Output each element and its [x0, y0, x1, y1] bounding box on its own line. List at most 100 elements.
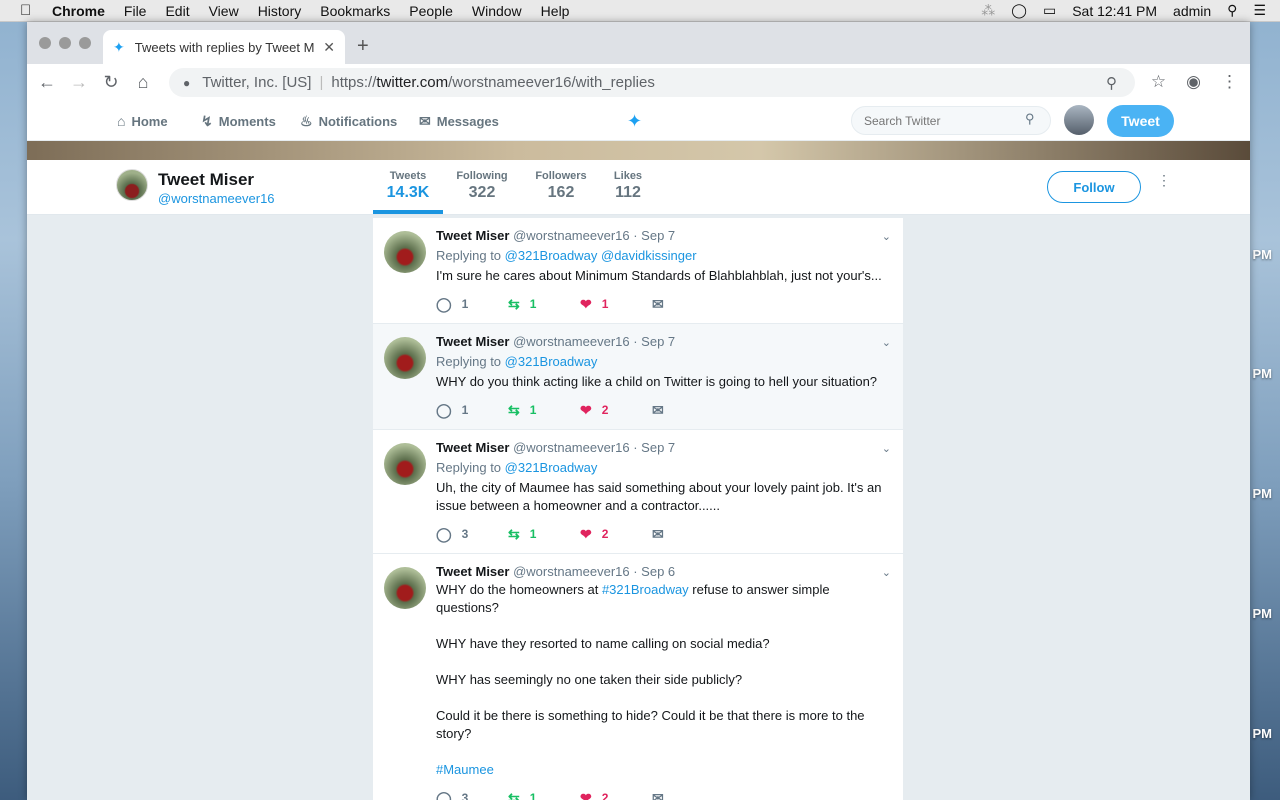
address-bar[interactable]: ● Twitter, Inc. [US] | https://twitter.c… — [169, 68, 1135, 97]
reply-mention[interactable]: @321Broadway — [505, 354, 598, 369]
like-button[interactable]: ❤ 2 — [580, 526, 652, 543]
close-tab-icon[interactable]: ✕ — [323, 39, 335, 56]
direct-message-button[interactable]: ✉ — [652, 526, 682, 543]
stat-followers[interactable]: Followers 162 — [529, 170, 593, 202]
tweet-avatar[interactable] — [384, 337, 426, 379]
menu-bookmarks[interactable]: Bookmarks — [320, 3, 390, 19]
tweet-author-name[interactable]: Tweet Miser — [436, 334, 509, 349]
tweet-date[interactable]: · Sep 7 — [633, 440, 675, 455]
reply-icon: ◯ — [436, 525, 452, 542]
menu-people[interactable]: People — [409, 3, 453, 19]
direct-message-button[interactable]: ✉ — [652, 402, 682, 419]
profile-name[interactable]: Tweet Miser — [158, 170, 254, 190]
menu-help[interactable]: Help — [541, 3, 570, 19]
profile-handle[interactable]: @worstnameever16 — [158, 191, 275, 206]
lock-icon[interactable]: ● — [183, 76, 190, 90]
retweet-button[interactable]: ⇆ 1 — [508, 402, 580, 419]
compose-tweet-button[interactable]: Tweet — [1107, 105, 1174, 137]
chevron-down-icon[interactable]: ⌄ — [882, 336, 891, 349]
notification-center-icon[interactable]: ☰ — [1253, 2, 1266, 19]
account-avatar[interactable] — [1064, 105, 1094, 135]
tweet-item[interactable]: Tweet Miser @worstnameever16 · Sep 7 ⌄ R… — [373, 218, 903, 324]
retweet-button[interactable]: ⇆ 1 — [508, 526, 580, 543]
reply-mention[interactable]: @davidkissinger — [601, 248, 697, 263]
back-arrow-icon[interactable]: ← — [31, 72, 63, 93]
nav-notifications[interactable]: ♨ Notifications — [300, 113, 397, 130]
twitter-logo-icon[interactable]: ✦ — [627, 111, 642, 132]
battery-icon[interactable]: ▭ — [1043, 2, 1056, 19]
browser-tab[interactable]: ✦ Tweets with replies by Tweet M ✕ — [103, 30, 345, 64]
menubar-clock[interactable]: Sat 12:41 PM — [1072, 3, 1157, 19]
menu-file[interactable]: File — [124, 3, 147, 19]
nav-messages[interactable]: ✉ Messages — [419, 113, 499, 130]
hashtag-link[interactable]: #321Broadway — [602, 582, 689, 597]
spotlight-search-icon[interactable]: ⚲ — [1227, 2, 1237, 19]
stat-tweets[interactable]: Tweets 14.3K — [373, 170, 443, 202]
menu-kebab-icon[interactable]: ⋮ — [1221, 72, 1238, 92]
tweet-author-name[interactable]: Tweet Miser — [436, 440, 509, 455]
tweet-item[interactable]: Tweet Miser @worstnameever16 · Sep 7 ⌄ R… — [373, 430, 903, 554]
more-options-icon[interactable]: ⋮ — [1157, 173, 1171, 187]
direct-message-button[interactable]: ✉ — [652, 296, 682, 313]
like-button[interactable]: ❤ 2 — [580, 402, 652, 419]
tweet-author-handle[interactable]: @worstnameever16 — [513, 440, 630, 455]
tweet-author-name[interactable]: Tweet Miser — [436, 228, 509, 243]
tweet-avatar[interactable] — [384, 567, 426, 609]
menu-edit[interactable]: Edit — [165, 3, 189, 19]
retweet-button[interactable]: ⇆ 1 — [508, 296, 580, 313]
menu-view[interactable]: View — [209, 3, 239, 19]
stat-label: Likes — [613, 170, 643, 182]
tweet-date[interactable]: · Sep 7 — [633, 334, 675, 349]
hashtag-link[interactable]: #Maumee — [436, 762, 494, 777]
profile-avatar[interactable] — [116, 169, 148, 201]
window-close-button[interactable] — [39, 37, 51, 49]
zoom-icon[interactable]: ⚲ — [1106, 74, 1117, 92]
tweet-item[interactable]: Tweet Miser @worstnameever16 · Sep 7 ⌄ R… — [373, 324, 903, 430]
reply-button[interactable]: ◯ 3 — [436, 526, 508, 543]
apple-icon[interactable]:  — [20, 2, 36, 19]
new-tab-button[interactable]: + — [357, 36, 369, 56]
stat-likes[interactable]: Likes 112 — [607, 170, 649, 202]
chevron-down-icon[interactable]: ⌄ — [882, 442, 891, 455]
menu-history[interactable]: History — [258, 3, 302, 19]
window-minimize-button[interactable] — [59, 37, 71, 49]
tweet-date[interactable]: · Sep 7 — [633, 228, 675, 243]
nav-home[interactable]: ⌂ Home — [117, 113, 168, 129]
bluetooth-icon[interactable]: ⁂ — [981, 2, 995, 19]
nav-moments[interactable]: ↯ Moments — [201, 113, 276, 130]
home-icon[interactable]: ⌂ — [127, 72, 159, 93]
like-button[interactable]: ❤ 1 — [580, 296, 652, 313]
tweet-date[interactable]: · Sep 6 — [633, 564, 675, 579]
bookmark-star-icon[interactable]: ☆ — [1151, 72, 1166, 92]
stat-following[interactable]: Following 322 — [449, 170, 515, 202]
reload-icon[interactable]: ↻ — [95, 72, 127, 93]
tweet-author-handle[interactable]: @worstnameever16 — [513, 564, 630, 579]
tweet-author-handle[interactable]: @worstnameever16 — [513, 334, 630, 349]
like-button[interactable]: ❤ 2 — [580, 790, 652, 800]
wifi-icon[interactable]: ◯ — [1011, 2, 1027, 19]
tweet-author-name[interactable]: Tweet Miser — [436, 564, 509, 579]
tweet-item[interactable]: Tweet Miser @worstnameever16 · Sep 6 ⌄ W… — [373, 554, 903, 800]
search-icon[interactable]: ⚲ — [1025, 111, 1035, 127]
like-count: 1 — [601, 297, 609, 311]
reply-mention[interactable]: @321Broadway — [505, 248, 598, 263]
retweet-button[interactable]: ⇆ 1 — [508, 790, 580, 800]
reply-mention[interactable]: @321Broadway — [505, 460, 598, 475]
search-input[interactable] — [851, 106, 1051, 135]
reply-button[interactable]: ◯ 1 — [436, 402, 508, 419]
reply-button[interactable]: ◯ 1 — [436, 296, 508, 313]
profile-icon[interactable]: ◉ — [1186, 72, 1201, 92]
chevron-down-icon[interactable]: ⌄ — [882, 230, 891, 243]
direct-message-button[interactable]: ✉ — [652, 790, 682, 800]
tweet-avatar[interactable] — [384, 231, 426, 273]
tweet-avatar[interactable] — [384, 443, 426, 485]
forward-arrow-icon[interactable]: → — [63, 72, 95, 93]
menu-app-chrome[interactable]: Chrome — [52, 3, 105, 19]
window-zoom-button[interactable] — [79, 37, 91, 49]
chevron-down-icon[interactable]: ⌄ — [882, 566, 891, 579]
follow-button[interactable]: Follow — [1047, 171, 1141, 203]
menu-window[interactable]: Window — [472, 3, 522, 19]
menubar-user[interactable]: admin — [1173, 3, 1211, 19]
tweet-author-handle[interactable]: @worstnameever16 — [513, 228, 630, 243]
reply-button[interactable]: ◯ 3 — [436, 790, 508, 800]
